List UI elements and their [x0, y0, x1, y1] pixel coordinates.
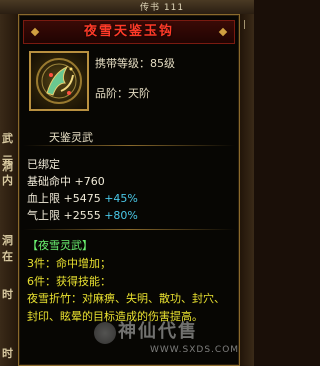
- stat-value: +2555: [63, 209, 101, 222]
- background-right-panel: [240, 14, 254, 366]
- set-bonus-6: 6件：获得技能：: [27, 275, 111, 288]
- set-name: 【夜雪灵武】: [27, 239, 93, 252]
- item-grade: 品阶：天阶: [95, 87, 150, 100]
- watermark-url: WWW.SXDS.COM: [150, 345, 240, 355]
- title-ornament-left: [30, 27, 40, 37]
- stat-label: 气上限: [27, 209, 60, 222]
- set-bonus-3: 3件：命中增加；: [27, 257, 111, 270]
- stat-label: 基础命中: [27, 175, 71, 188]
- stat-value: +760: [74, 175, 105, 188]
- background-top-bar: [0, 0, 254, 14]
- stat-label: 血上限: [27, 192, 60, 205]
- background-left-char: 时: [2, 347, 13, 360]
- background-left-char: 武: [2, 132, 13, 145]
- watermark-logo-icon: [94, 322, 116, 344]
- bind-status: 已绑定: [27, 158, 60, 171]
- divider: [23, 145, 235, 146]
- background-left-char: 洞: [2, 234, 13, 247]
- level-requirement: 携带等级：85级: [95, 57, 175, 70]
- stat-row-hp: 血上限 +5475 +45%: [27, 190, 138, 206]
- item-name: 夜雪天鉴玉钩: [83, 24, 174, 39]
- stat-row-hit: 基础命中 +760: [27, 173, 105, 189]
- title-ornament-right: [218, 27, 228, 37]
- item-tooltip: 夜雪天鉴玉钩 携带等级：85级 品阶：天阶 天鉴灵武 已绑定 基础命中 +760…: [18, 14, 240, 366]
- background-right-mark: |: [243, 20, 247, 30]
- stat-value: +5475: [63, 192, 101, 205]
- divider: [23, 229, 235, 230]
- item-icon-frame[interactable]: [29, 51, 89, 111]
- jade-hook-weapon-icon: [36, 58, 82, 104]
- stat-bonus: +45%: [104, 192, 138, 205]
- background-left-panel: [0, 14, 20, 366]
- item-title-bar: 夜雪天鉴玉钩: [23, 20, 235, 44]
- background-left-char: 时: [2, 288, 13, 301]
- stat-row-mp: 气上限 +2555 +80%: [27, 207, 138, 223]
- stat-bonus: +80%: [104, 209, 138, 222]
- watermark-text: 神仙代售: [118, 321, 198, 342]
- background-left-char: 在: [2, 250, 13, 263]
- background-top-text: 传书 111: [140, 3, 185, 13]
- item-category: 天鉴灵武: [49, 131, 93, 144]
- background-left-char: 内: [2, 174, 13, 187]
